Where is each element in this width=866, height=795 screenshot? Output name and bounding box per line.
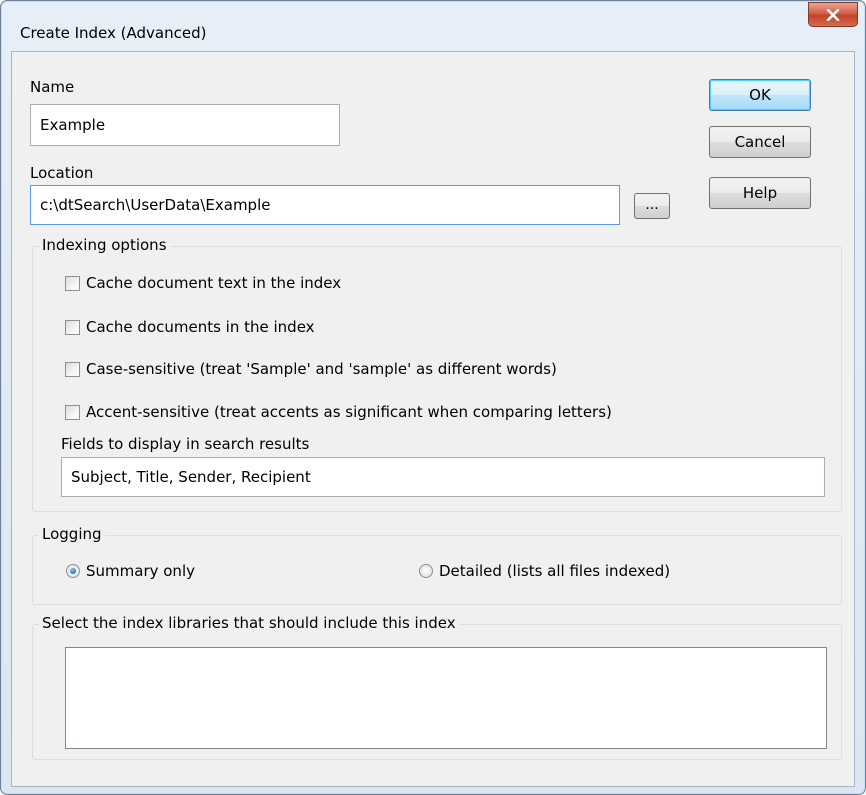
- option-cache-documents[interactable]: Cache documents in the index: [65, 318, 315, 336]
- ok-button[interactable]: OK: [709, 79, 811, 111]
- radio-detailed[interactable]: Detailed (lists all files indexed): [419, 562, 670, 580]
- radio-summary-only[interactable]: Summary only: [66, 562, 195, 580]
- radio-label: Detailed (lists all files indexed): [439, 562, 671, 580]
- checkbox[interactable]: [65, 361, 80, 377]
- name-input[interactable]: Example: [30, 104, 340, 146]
- option-label: Case-sensitive (treat 'Sample' and 'samp…: [86, 360, 557, 378]
- help-button[interactable]: Help: [709, 177, 811, 209]
- radio-label: Summary only: [86, 562, 195, 580]
- dialog-client-area: Name Example Location c:\dtSearch\UserDa…: [11, 51, 855, 787]
- option-label: Accent-sensitive (treat accents as signi…: [86, 403, 612, 421]
- dialog-window: Create Index (Advanced) Name Example Loc…: [0, 0, 866, 795]
- radio-button[interactable]: [419, 564, 433, 578]
- logging-legend: Logging: [39, 525, 105, 543]
- option-label: Cache document text in the index: [86, 274, 342, 292]
- option-label: Cache documents in the index: [86, 318, 315, 336]
- name-label: Name: [30, 78, 75, 96]
- title-bar: Create Index (Advanced): [1, 1, 865, 51]
- location-label: Location: [30, 164, 94, 182]
- libraries-legend: Select the index libraries that should i…: [39, 614, 459, 632]
- option-cache-text[interactable]: Cache document text in the index: [65, 274, 341, 292]
- window-title: Create Index (Advanced): [20, 24, 207, 42]
- option-accent-sensitive[interactable]: Accent-sensitive (treat accents as signi…: [65, 403, 612, 421]
- checkbox[interactable]: [65, 404, 80, 420]
- indexing-options-group: Indexing options Cache document text in …: [32, 236, 842, 512]
- browse-button[interactable]: ...: [634, 193, 670, 219]
- indexing-options-legend: Indexing options: [39, 236, 170, 254]
- cancel-button[interactable]: Cancel: [709, 126, 811, 158]
- option-case-sensitive[interactable]: Case-sensitive (treat 'Sample' and 'samp…: [65, 360, 557, 378]
- checkbox[interactable]: [65, 319, 80, 335]
- radio-button[interactable]: [66, 564, 80, 578]
- libraries-listbox[interactable]: [65, 647, 827, 749]
- fields-input[interactable]: Subject, Title, Sender, Recipient: [61, 457, 825, 497]
- libraries-group: Select the index libraries that should i…: [32, 614, 842, 760]
- close-button[interactable]: [808, 2, 858, 27]
- close-icon: [826, 8, 840, 21]
- location-input[interactable]: c:\dtSearch\UserData\Example: [30, 185, 620, 225]
- fields-label: Fields to display in search results: [61, 435, 310, 453]
- checkbox[interactable]: [65, 275, 80, 291]
- logging-group: Logging Summary only Detailed (lists all…: [32, 525, 842, 605]
